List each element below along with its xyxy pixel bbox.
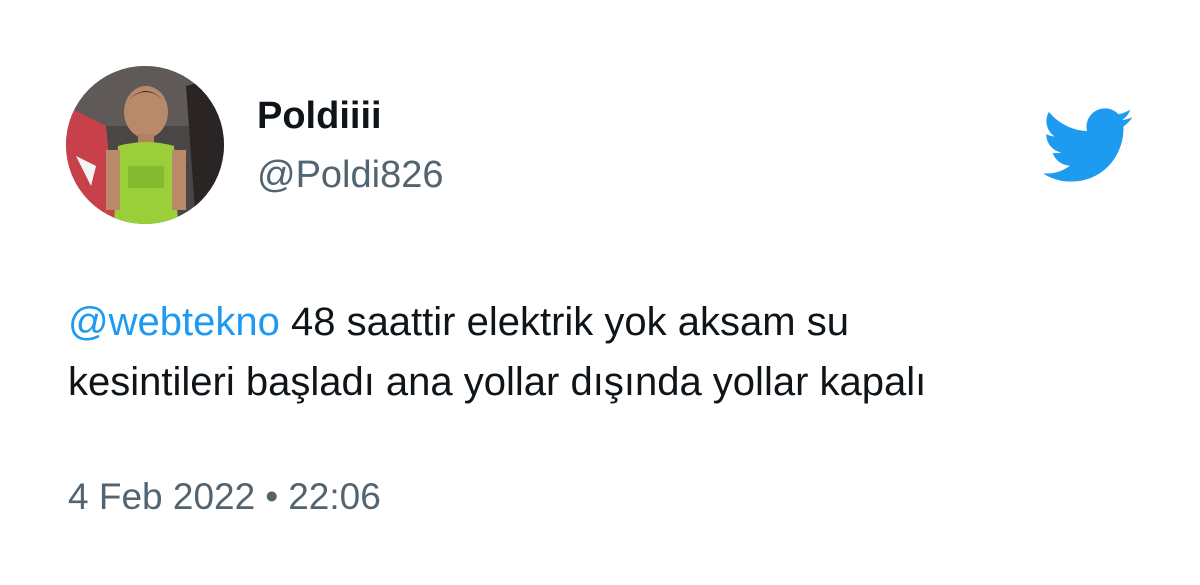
tweet-text-line-1: @webtekno 48 saattir elektrik yok aksam … [68, 292, 1168, 352]
tweet-timestamp[interactable]: 4 Feb 2022 • 22:06 [68, 473, 381, 521]
dot-separator: • [265, 476, 279, 517]
display-name[interactable]: Poldiiii [257, 94, 382, 138]
twitter-bird-icon[interactable] [1044, 108, 1134, 182]
avatar[interactable] [66, 66, 224, 224]
user-handle[interactable]: @Poldi826 [257, 153, 443, 197]
tweet-text-line-2: kesintileri başladı ana yollar dışında y… [68, 360, 927, 404]
avatar-image [66, 66, 224, 224]
tweet-time: 22:06 [288, 476, 381, 517]
tweet-text: @webtekno 48 saattir elektrik yok aksam … [68, 292, 1168, 412]
tweet-text-segment: 48 saattir elektrik yok aksam su [279, 300, 849, 344]
tweet-date: 4 Feb 2022 [68, 476, 256, 517]
mention-link[interactable]: @webtekno [68, 300, 280, 344]
tweet-card: Poldiiii @Poldi826 @webtekno 48 saattir … [0, 0, 1200, 585]
